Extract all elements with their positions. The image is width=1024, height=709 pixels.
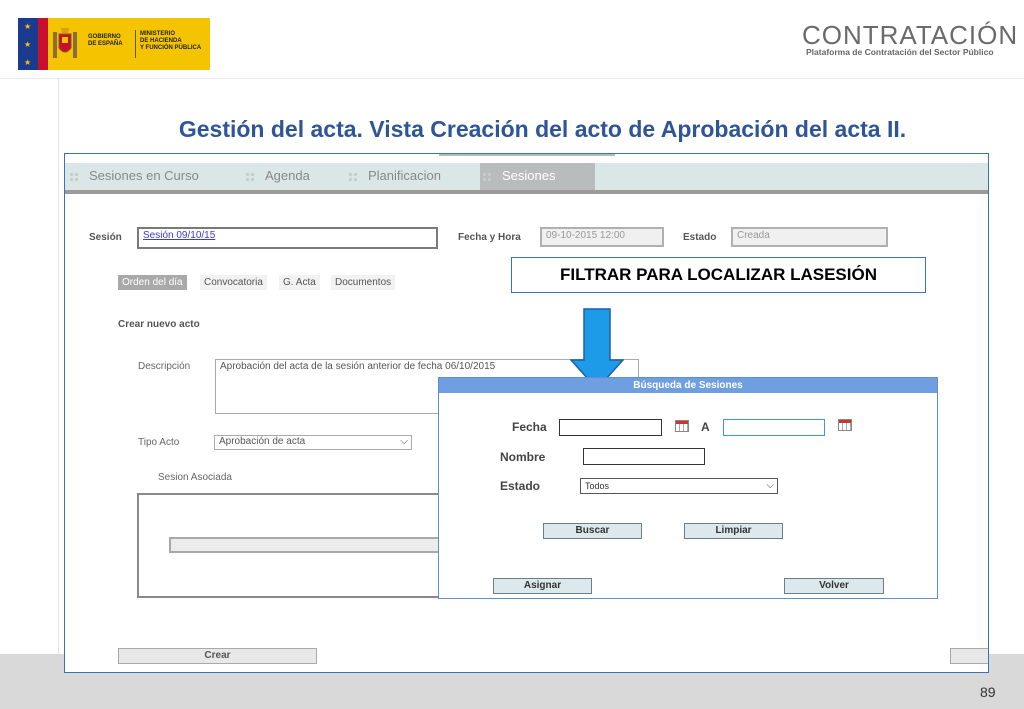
- chevron-down-icon: ⌵: [400, 436, 408, 447]
- header-divider: [0, 78, 1024, 79]
- slide-left-rule: [58, 78, 59, 654]
- grip-icon: [348, 171, 358, 182]
- eu-flag-strip: ★ ★ ★: [18, 18, 38, 70]
- subtab-documentos[interactable]: Documentos: [331, 275, 396, 290]
- section-title: Crear nuevo acto: [118, 319, 200, 330]
- sesion-asociada-input[interactable]: [169, 537, 449, 553]
- tipo-acto-select[interactable]: Aprobación de acta ⌵: [214, 435, 412, 450]
- busqueda-sesiones-dialog: Búsqueda de Sesiones Fecha A Nombre Esta…: [438, 377, 938, 599]
- nav-item-sesiones-en-curso[interactable]: Sesiones en Curso: [69, 163, 205, 190]
- fecha-desde-input[interactable]: [559, 419, 662, 436]
- coat-of-arms-icon: [53, 28, 77, 58]
- nav-underline: [65, 190, 988, 194]
- star-icon: ★: [24, 58, 32, 67]
- modal-estado-label: Estado: [500, 479, 541, 493]
- estado-select-value: Todos: [585, 481, 610, 491]
- sesion-field[interactable]: Sesión 09/10/15: [137, 227, 438, 249]
- calendar-icon[interactable]: [675, 420, 689, 432]
- nav-item-sesiones[interactable]: Sesiones: [480, 163, 595, 190]
- subtab-orden-del-dia[interactable]: Orden del día: [118, 275, 187, 290]
- subtab-convocatoria[interactable]: Convocatoria: [200, 275, 267, 290]
- nav-item-label: Sesiones en Curso: [89, 168, 199, 183]
- nav-item-planificacion[interactable]: Planificacion: [348, 163, 447, 190]
- page-number: 89: [980, 684, 996, 700]
- nav-bar: Sesiones en Curso Agenda Planificacion S…: [65, 163, 988, 190]
- estado-field: Creada: [731, 227, 888, 247]
- star-icon: ★: [24, 22, 32, 31]
- tipo-acto-value: Aprobación de acta: [219, 436, 306, 447]
- nav-item-agenda[interactable]: Agenda: [245, 163, 316, 190]
- sesion-link[interactable]: Sesión 09/10/15: [143, 230, 215, 241]
- government-logo: ★ ★ ★ GOBIERNO DE ESPAÑA MINISTERIO DE H…: [18, 18, 210, 70]
- nombre-input[interactable]: [583, 448, 705, 465]
- subtab-g-acta[interactable]: G. Acta: [279, 275, 320, 290]
- buscar-button[interactable]: Buscar: [543, 523, 642, 539]
- gov-logo-text: GOBIERNO DE ESPAÑA: [88, 34, 123, 47]
- nav-item-label: Sesiones: [502, 168, 556, 183]
- grip-icon: [482, 171, 492, 182]
- chevron-down-icon: ⌵: [766, 480, 774, 491]
- modal-fecha-label: Fecha: [512, 420, 547, 434]
- brand-subtitle: Plataforma de Contratación del Sector Pú…: [806, 47, 994, 57]
- nav-item-label: Agenda: [265, 168, 310, 183]
- modal-nombre-label: Nombre: [500, 450, 546, 464]
- secondary-button[interactable]: [950, 648, 988, 664]
- fecha-hasta-input[interactable]: [723, 419, 825, 436]
- tab-top-rule: [439, 154, 615, 156]
- modal-a-label: A: [701, 420, 710, 434]
- sesion-label: Sesión: [89, 232, 122, 243]
- asignar-button[interactable]: Asignar: [493, 578, 592, 594]
- descripcion-label: Descripción: [138, 361, 191, 372]
- sesion-asociada-label: Sesion Asociada: [158, 472, 232, 483]
- tipo-acto-label: Tipo Acto: [138, 437, 180, 448]
- star-icon: ★: [24, 40, 32, 49]
- dialog-title: Búsqueda de Sesiones: [439, 378, 937, 393]
- slide-title: Gestión del acta. Vista Creación del act…: [178, 116, 907, 142]
- calendar-icon[interactable]: [838, 419, 852, 431]
- fecha-hora-field: 09-10-2015 12:00: [540, 227, 664, 247]
- estado-label: Estado: [683, 232, 717, 243]
- estado-select[interactable]: Todos ⌵: [580, 478, 778, 494]
- limpiar-button[interactable]: Limpiar: [684, 523, 783, 539]
- callout-box: FILTRAR PARA LOCALIZAR LASESIÓN: [511, 257, 926, 293]
- grip-icon: [69, 171, 79, 182]
- nav-item-label: Planificacion: [368, 168, 441, 183]
- crear-button[interactable]: Crear: [118, 648, 317, 664]
- grip-icon: [245, 171, 255, 182]
- ministry-text: MINISTERIO DE HACIENDA Y FUNCIÓN PÚBLICA: [140, 31, 202, 51]
- flag-red-band: [38, 18, 48, 70]
- volver-button[interactable]: Volver: [784, 578, 884, 594]
- logo-divider: [135, 30, 136, 58]
- fecha-hora-label: Fecha y Hora: [458, 232, 521, 243]
